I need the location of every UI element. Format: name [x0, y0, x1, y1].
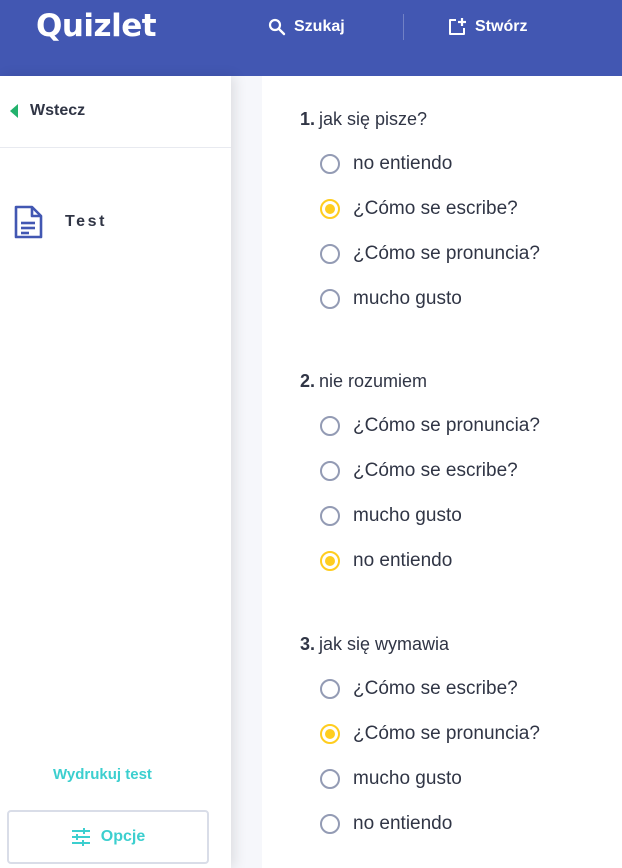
- sliders-icon: [71, 828, 90, 846]
- answer-label: ¿Cómo se escribe?: [353, 198, 518, 219]
- radio-button[interactable]: [320, 679, 340, 699]
- nav-divider: [403, 14, 404, 40]
- radio-button[interactable]: [320, 506, 340, 526]
- radio-button[interactable]: [320, 814, 340, 834]
- test-content: 1. jak się pisze? no entiendo ¿Cómo se es…: [262, 76, 622, 868]
- answer-label: no entiendo: [353, 813, 453, 834]
- question-prompt: jak się pisze?: [319, 109, 428, 129]
- answer-label: ¿Cómo se escribe?: [353, 460, 518, 481]
- back-label: Wstecz: [30, 102, 86, 119]
- answer-option[interactable]: mucho gusto: [320, 768, 462, 790]
- answer-label: mucho gusto: [353, 768, 462, 789]
- question-title: 1. jak się pisze?: [300, 109, 427, 130]
- back-arrow-icon: [10, 104, 18, 118]
- add-set-icon: [449, 18, 466, 35]
- answer-label: mucho gusto: [353, 505, 462, 526]
- create-button[interactable]: Stwórz: [447, 16, 527, 38]
- answer-option[interactable]: ¿Cómo se escribe?: [320, 678, 518, 700]
- answer-label: ¿Cómo se pronuncia?: [353, 243, 540, 264]
- answer-option[interactable]: ¿Cómo se escribe?: [320, 460, 518, 482]
- radio-button[interactable]: [320, 289, 340, 309]
- answer-option[interactable]: ¿Cómo se escribe?: [320, 198, 518, 220]
- answer-option[interactable]: no entiendo: [320, 153, 452, 175]
- options-button[interactable]: Opcje: [7, 810, 209, 864]
- question-title: 3. jak się wymawia: [300, 634, 449, 655]
- radio-button[interactable]: [320, 154, 340, 174]
- question-number: 1.: [300, 109, 316, 129]
- answer-option[interactable]: ¿Cómo se pronuncia?: [320, 415, 540, 437]
- answer-option[interactable]: no entiendo: [320, 550, 452, 572]
- question-prompt: jak się wymawia: [319, 634, 450, 654]
- answer-option[interactable]: no entiendo: [320, 813, 452, 835]
- answer-label: no entiendo: [353, 550, 453, 571]
- answer-label: ¿Cómo se pronuncia?: [353, 723, 540, 744]
- options-label: Opcje: [100, 828, 146, 845]
- radio-button-selected[interactable]: [320, 551, 340, 571]
- answer-label: ¿Cómo se pronuncia?: [353, 415, 540, 436]
- top-navigation-bar: Quizlet Szukaj Stwórz: [0, 0, 622, 76]
- answer-option[interactable]: mucho gusto: [320, 505, 462, 527]
- radio-button-selected[interactable]: [320, 199, 340, 219]
- radio-button[interactable]: [320, 244, 340, 264]
- question-title: 2. nie rozumiem: [300, 371, 427, 392]
- radio-button[interactable]: [320, 416, 340, 436]
- answer-label: mucho gusto: [353, 288, 462, 309]
- mode-item-test[interactable]: Test: [12, 204, 107, 240]
- radio-button[interactable]: [320, 461, 340, 481]
- answer-option[interactable]: mucho gusto: [320, 288, 462, 310]
- answer-label: ¿Cómo se escribe?: [353, 678, 518, 699]
- sidebar-divider: [0, 147, 231, 148]
- answer-option[interactable]: ¿Cómo se pronuncia?: [320, 723, 540, 745]
- question-number: 2.: [300, 371, 316, 391]
- radio-button-selected[interactable]: [320, 724, 340, 744]
- document-icon: [14, 205, 43, 239]
- quizlet-logo[interactable]: Quizlet: [36, 8, 157, 44]
- radio-button[interactable]: [320, 769, 340, 789]
- answer-label: no entiendo: [353, 153, 453, 174]
- create-label: Stwórz: [475, 18, 528, 35]
- sidebar: Wstecz Test Wydrukuj test Opcje: [0, 76, 231, 868]
- search-button[interactable]: Szukaj: [268, 16, 345, 38]
- question-prompt: nie rozumiem: [319, 371, 428, 391]
- answer-option[interactable]: ¿Cómo se pronuncia?: [320, 243, 540, 265]
- search-label: Szukaj: [294, 18, 345, 35]
- search-icon: [268, 18, 286, 36]
- question-number: 3.: [300, 634, 316, 654]
- print-test-link[interactable]: Wydrukuj test: [53, 766, 152, 783]
- mode-label: Test: [65, 213, 108, 230]
- back-button[interactable]: Wstecz: [10, 102, 85, 120]
